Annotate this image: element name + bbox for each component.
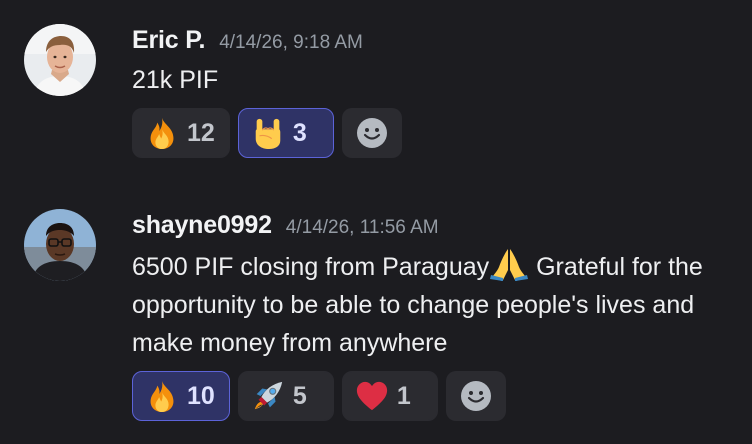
message-item: shayne0992 4/14/26, 11:56 AM 6500 PIF cl… — [0, 185, 752, 444]
reaction-count: 1 — [396, 381, 411, 410]
rock-on-hand-icon — [255, 118, 281, 150]
fire-icon — [150, 117, 174, 150]
author-name[interactable]: Eric P. — [132, 26, 205, 55]
message-item: Eric P. 4/14/26, 9:18 AM 21k PIF 12 3 — [0, 0, 752, 180]
avatar-photo-icon — [24, 24, 96, 96]
avatar[interactable] — [24, 24, 96, 96]
reaction-count: 12 — [187, 118, 215, 147]
add-reaction-button[interactable] — [341, 108, 402, 158]
reaction-fire[interactable]: 12 — [132, 108, 230, 158]
timestamp: 4/14/26, 11:56 AM — [285, 217, 439, 238]
reaction-bar: 10 5 1 — [132, 371, 506, 421]
fire-icon — [150, 380, 174, 413]
add-reaction-button[interactable] — [445, 371, 506, 421]
avatar[interactable] — [24, 209, 96, 281]
timestamp: 4/14/26, 9:18 AM — [219, 32, 363, 53]
author-name[interactable]: shayne0992 — [132, 211, 272, 240]
message-text: 6500 PIF closing from Paraguay — [132, 253, 490, 281]
avatar-photo-icon — [24, 209, 96, 281]
reaction-rock-on[interactable]: 3 — [237, 108, 334, 158]
reaction-count: 3 — [292, 118, 307, 147]
reaction-count: 10 — [187, 381, 215, 410]
message-content: 6500 PIF closing from Paraguay Grateful … — [132, 247, 732, 362]
smiley-add-reaction-icon — [356, 118, 387, 148]
rocket-icon — [254, 381, 282, 410]
message-content: 21k PIF — [132, 61, 732, 99]
reaction-fire[interactable]: 10 — [132, 371, 230, 421]
praying-hands-icon — [490, 249, 529, 281]
message-text: 21k PIF — [132, 66, 219, 94]
message-header: Eric P. 4/14/26, 9:18 AM — [132, 26, 363, 55]
message-header: shayne0992 4/14/26, 11:56 AM — [132, 211, 439, 240]
reaction-rocket[interactable]: 5 — [237, 371, 334, 421]
reaction-count: 5 — [292, 381, 307, 410]
smiley-add-reaction-icon — [460, 381, 491, 411]
reaction-heart[interactable]: 1 — [341, 371, 438, 421]
reaction-bar: 12 3 — [132, 108, 402, 158]
heart-icon — [356, 381, 387, 411]
